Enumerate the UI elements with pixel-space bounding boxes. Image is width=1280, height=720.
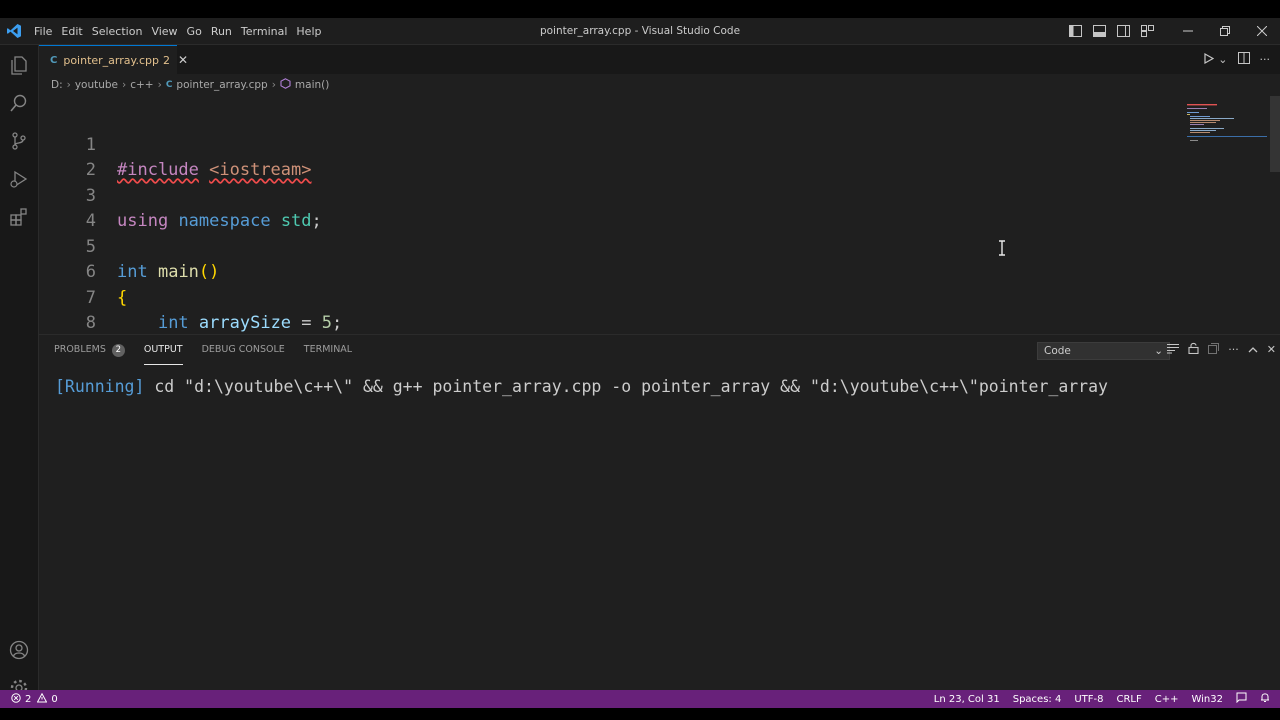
tab-problems[interactable]: PROBLEMS 2	[54, 335, 125, 365]
tab-problem-count: 2	[162, 53, 170, 67]
more-actions-icon[interactable]: ···	[1260, 53, 1271, 66]
menu-run[interactable]: Run	[211, 25, 239, 38]
minimap[interactable]	[1187, 104, 1267, 144]
code-line: 1 #include <iostream>	[39, 107, 1179, 181]
minimize-button[interactable]	[1169, 18, 1206, 44]
breadcrumb-symbol[interactable]: main()	[295, 79, 329, 91]
more-actions-icon[interactable]: ···	[1228, 343, 1239, 356]
menu-terminal[interactable]: Terminal	[241, 25, 295, 38]
text-cursor-icon	[999, 240, 1005, 256]
output-log: [Running] cd "d:\youtube\c++\" && g++ po…	[55, 377, 1108, 396]
output-channel-value: Code	[1044, 345, 1071, 357]
error-count: 2	[25, 693, 32, 705]
problems-status[interactable]: 2 0	[11, 690, 58, 708]
activity-bar	[0, 45, 39, 697]
breadcrumb-folder-youtube[interactable]: youtube	[75, 79, 118, 91]
close-panel-icon[interactable]: ✕	[1267, 343, 1276, 356]
run-code-icon[interactable]	[1203, 52, 1215, 67]
indentation[interactable]: Spaces: 4	[1013, 694, 1062, 705]
code-line: 3 using namespace std;	[39, 158, 1179, 232]
tab-output[interactable]: OUTPUT	[143, 335, 183, 365]
menu-bar: File Edit Selection View Go Run Terminal…	[34, 18, 330, 44]
maximize-panel-icon[interactable]	[1248, 343, 1258, 356]
symbol-method-icon	[280, 78, 291, 92]
menu-help[interactable]: Help	[296, 25, 328, 38]
close-window-button[interactable]	[1243, 18, 1280, 44]
error-icon	[11, 692, 21, 706]
problems-badge: 2	[111, 344, 125, 357]
code-editor[interactable]: 1 #include <iostream> 2 3 using namespac…	[39, 96, 1280, 333]
menu-edit[interactable]: Edit	[61, 25, 89, 38]
vscode-logo-icon	[7, 24, 21, 38]
tab-label: pointer_array.cpp	[63, 53, 159, 67]
search-icon[interactable]	[7, 91, 31, 115]
source-control-icon[interactable]	[7, 129, 31, 153]
code-line: 7 int arraySize = 5;	[39, 260, 1179, 334]
clear-output-icon[interactable]	[1167, 343, 1180, 357]
menu-selection[interactable]: Selection	[92, 25, 150, 38]
toggle-panel-icon[interactable]	[1091, 23, 1107, 39]
notifications-bell-icon[interactable]	[1260, 692, 1270, 706]
tab-debug-console[interactable]: DEBUG CONSOLE	[202, 335, 285, 365]
menu-go[interactable]: Go	[187, 25, 209, 38]
feedback-icon[interactable]	[1236, 692, 1247, 706]
editor-scrollbar[interactable]	[1270, 96, 1280, 172]
editor-actions: ⌄ ···	[1203, 45, 1270, 74]
cpp-file-icon: C	[165, 80, 173, 90]
warning-count: 0	[51, 693, 58, 705]
chevron-right-icon: ›	[271, 79, 276, 91]
editor-tab-bar: C pointer_array.cpp 2 ✕ ⌄ ···	[39, 45, 1280, 74]
language-mode[interactable]: C++	[1155, 694, 1179, 705]
code-line: 4	[39, 184, 1179, 231]
toggle-primary-sidebar-icon[interactable]	[1067, 23, 1083, 39]
code-line: 5 int main()	[39, 209, 1179, 283]
status-bar: 2 0 Ln 23, Col 31 Spaces: 4 UTF-8 CRLF C…	[0, 690, 1280, 708]
lock-icon[interactable]	[1188, 342, 1199, 357]
code-line: 9 cout << "Using Pointer Increment"<<end…	[39, 311, 1179, 333]
code-line: 6 {	[39, 235, 1179, 308]
close-icon[interactable]: ✕	[178, 53, 188, 67]
explorer-icon[interactable]	[7, 53, 31, 77]
split-editor-icon[interactable]	[1237, 52, 1250, 67]
panel-actions: ··· ✕	[1167, 342, 1276, 357]
accounts-icon[interactable]	[7, 638, 31, 662]
chevron-right-icon: ›	[122, 79, 127, 91]
chevron-down-icon[interactable]: ⌄	[1218, 53, 1227, 66]
menu-view[interactable]: View	[151, 25, 184, 38]
breadcrumb-file[interactable]: pointer_array.cpp	[176, 79, 267, 91]
chevron-right-icon: ›	[66, 79, 71, 91]
code-line: 8 int * ptr = new int[arraySize]{50,70,9…	[39, 286, 1179, 333]
breadcrumb: D: › youtube › c++ › C pointer_array.cpp…	[51, 74, 329, 96]
output-command-text: cd "d:\youtube\c++\" && g++ pointer_arra…	[144, 377, 1108, 396]
menu-file[interactable]: File	[34, 25, 59, 38]
cursor-position[interactable]: Ln 23, Col 31	[934, 694, 1000, 705]
platform[interactable]: Win32	[1191, 694, 1223, 705]
breadcrumb-folder-cpp[interactable]: c++	[130, 79, 153, 91]
encoding[interactable]: UTF-8	[1074, 694, 1103, 705]
panel-tabs: PROBLEMS 2 OUTPUT DEBUG CONSOLE TERMINAL	[54, 335, 371, 365]
chevron-right-icon: ›	[157, 79, 162, 91]
title-bar: File Edit Selection View Go Run Terminal…	[0, 18, 1280, 45]
title-bar-controls	[1063, 18, 1280, 44]
chevron-down-icon: ⌄	[1154, 345, 1163, 357]
open-in-editor-icon[interactable]	[1208, 342, 1220, 357]
extensions-icon[interactable]	[7, 205, 31, 229]
output-running-prefix: [Running]	[55, 377, 145, 396]
toggle-secondary-sidebar-icon[interactable]	[1115, 23, 1131, 39]
cpp-file-icon: C	[50, 54, 58, 66]
tab-pointer-array-cpp[interactable]: C pointer_array.cpp 2 ✕	[39, 45, 188, 74]
bottom-panel: PROBLEMS 2 OUTPUT DEBUG CONSOLE TERMINAL …	[39, 334, 1280, 691]
tab-terminal[interactable]: TERMINAL	[304, 335, 352, 365]
status-right: Ln 23, Col 31 Spaces: 4 UTF-8 CRLF C++ W…	[921, 690, 1270, 708]
customize-layout-icon[interactable]	[1139, 23, 1155, 39]
breadcrumb-drive[interactable]: D:	[51, 79, 63, 91]
warning-icon	[37, 692, 48, 706]
vscode-window: File Edit Selection View Go Run Terminal…	[0, 18, 1280, 708]
end-of-line[interactable]: CRLF	[1116, 694, 1141, 705]
run-debug-icon[interactable]	[7, 167, 31, 191]
restore-button[interactable]	[1206, 18, 1243, 44]
output-channel-select[interactable]: Code ⌄	[1037, 342, 1170, 360]
code-line: 2	[39, 133, 1179, 180]
